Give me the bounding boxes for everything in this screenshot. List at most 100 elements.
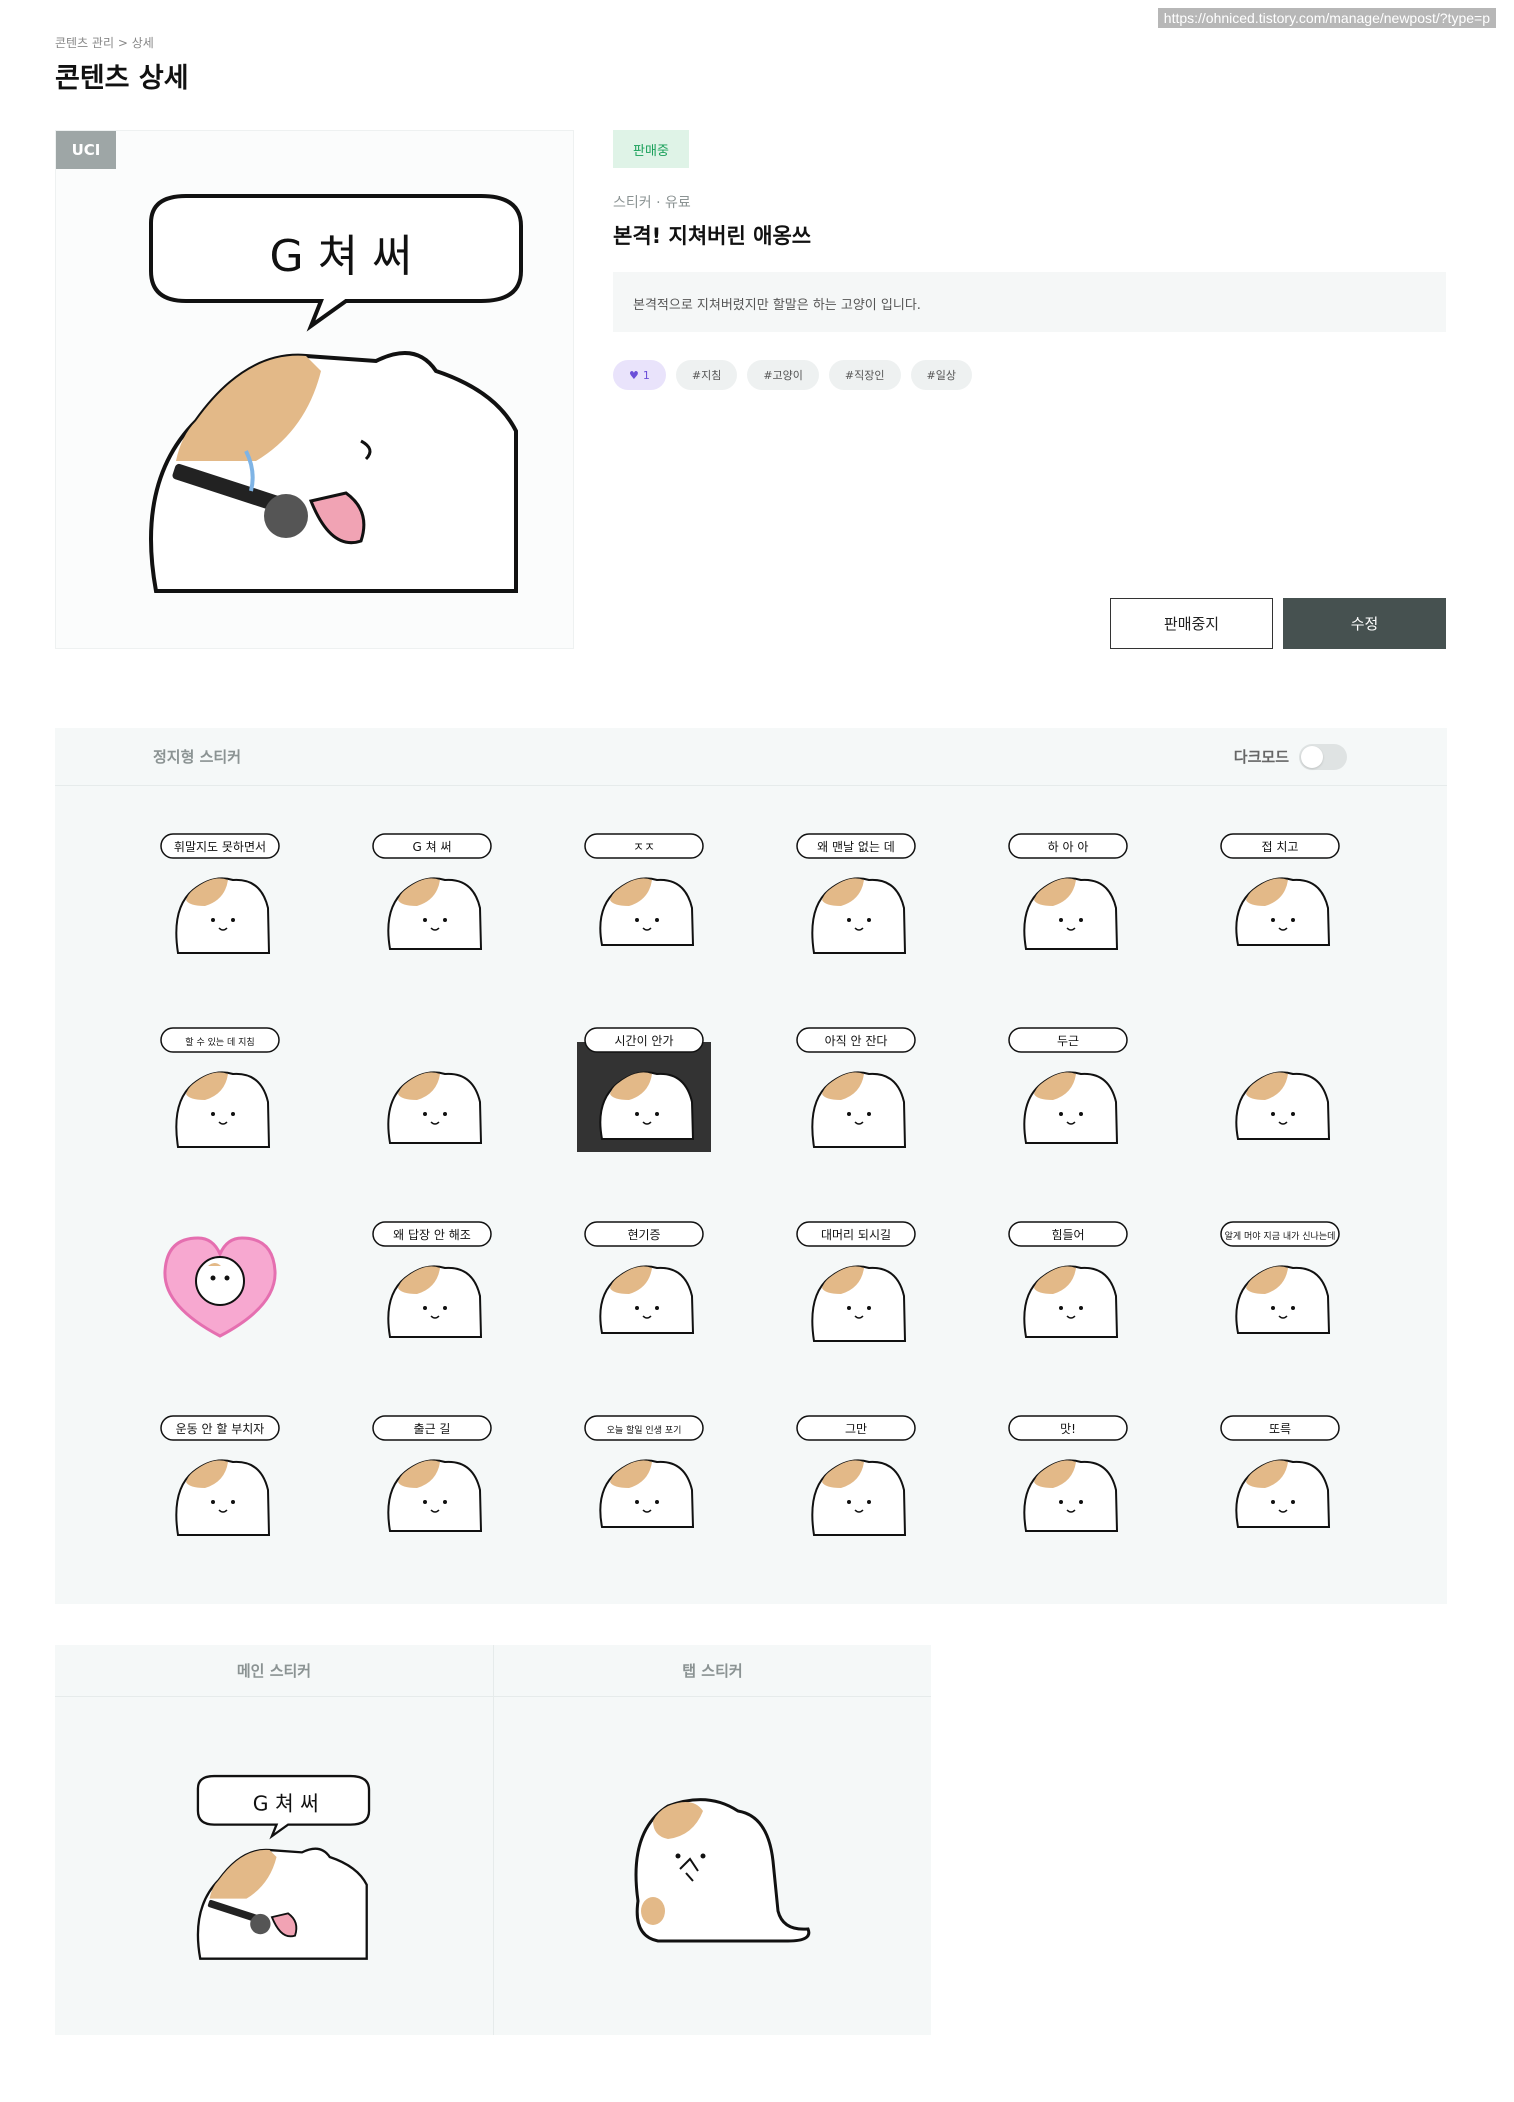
sticker-cat-illustration: 왜 답장 안 해조: [372, 1221, 492, 1338]
sticker-cat-illustration: 맛!: [1008, 1415, 1128, 1532]
tab-sticker-image: [634, 1798, 810, 1943]
sticker-thumbnail[interactable]: 출근 길: [365, 1410, 499, 1544]
main-sticker-image: G 쳐 써: [196, 1774, 371, 1960]
uci-badge: UCI: [56, 131, 116, 169]
sticker-thumbnail[interactable]: 아직 안 잔다: [789, 1022, 923, 1156]
sticker-thumbnail[interactable]: 하 아 아: [1001, 828, 1135, 962]
sticker-caption: 또륵: [1269, 1422, 1291, 1436]
sticker-caption: 왜 맨날 없는 데: [817, 840, 895, 854]
sticker-cat-illustration: 그만: [796, 1415, 916, 1536]
sticker-thumbnail[interactable]: 왜 맨날 없는 데: [789, 828, 923, 962]
sticker-caption: 그만: [845, 1422, 867, 1436]
sticker-caption: 접 치고: [1262, 840, 1299, 854]
tag-chip[interactable]: #일상: [910, 360, 972, 390]
sticker-cat-illustration: 출근 길: [372, 1415, 492, 1532]
main-sticker-label: 메인 스티커: [55, 1645, 493, 1697]
heart-icon: ♥: [629, 368, 639, 382]
sticker-panel: 정지형 스티커 다크모드 휘말지도 못하면서 G 쳐 써 ㅈㅈ 왜 맨날 없는 데 하 …: [55, 728, 1447, 1604]
sticker-thumbnail[interactable]: 두근: [1001, 1022, 1135, 1156]
sticker-caption: G 쳐 써: [412, 840, 451, 854]
sticker-cat-illustration: 휘말지도 못하면서: [160, 833, 280, 954]
tag-chip[interactable]: #직장인: [828, 360, 901, 390]
sticker-caption: 왜 답장 안 해조: [393, 1228, 471, 1242]
hero-bubble-text: G 쳐 써: [269, 231, 412, 282]
main-sticker-panel: 메인 스티커 G 쳐 써: [55, 1645, 493, 2035]
dark-mode-control: 다크모드: [1233, 743, 1347, 770]
sticker-thumbnail[interactable]: [153, 1216, 287, 1350]
sticker-cat-illustration: 아직 안 잔다: [796, 1027, 916, 1148]
hero-cat-illustration: G 쳐 써: [149, 194, 523, 593]
sticker-thumbnail[interactable]: 맛!: [1001, 1410, 1135, 1544]
sticker-thumbnail[interactable]: 시간이 안가: [577, 1022, 711, 1156]
sticker-thumbnail[interactable]: 오늘 할일 인생 포기: [577, 1410, 711, 1544]
like-count-chip[interactable]: ♥ 1: [613, 360, 666, 390]
sticker-thumbnail[interactable]: 힘들어: [1001, 1216, 1135, 1350]
sticker-panel-header: 정지형 스티커 다크모드: [55, 728, 1447, 786]
sticker-caption: 시간이 안가: [614, 1034, 673, 1048]
content-category: 스티커 · 유료: [613, 195, 691, 211]
sticker-caption: 힘들어: [1051, 1228, 1084, 1242]
sticker-caption: 맛!: [1060, 1422, 1076, 1436]
stop-sale-button[interactable]: 판매중지: [1110, 598, 1273, 649]
sticker-caption: 할 수 있는 데 지침: [185, 1036, 254, 1048]
sticker-caption: 운동 안 할 부치자: [176, 1422, 265, 1436]
tag-list: ♥ 1 #지침 #고양이 #직장인 #일상: [613, 360, 972, 390]
sticker-thumbnail[interactable]: 휘말지도 못하면서: [153, 828, 287, 962]
sticker-caption: ㅈㅈ: [633, 840, 655, 854]
sticker-cat-illustration: [1235, 1071, 1331, 1140]
sticker-cat-illustration: 대머리 되시길: [796, 1221, 916, 1342]
breadcrumb[interactable]: 콘텐츠 관리 > 상세: [55, 34, 154, 51]
tag-chip[interactable]: #고양이: [747, 360, 819, 390]
sticker-caption: 출근 길: [414, 1422, 451, 1436]
sticker-thumbnail[interactable]: 그만: [789, 1410, 923, 1544]
content-title: 본격! 지쳐버린 애옹쓰: [613, 224, 812, 248]
sticker-cat-illustration: 시간이 안가: [577, 1027, 711, 1152]
content-description: 본격적으로 지쳐버렸지만 할말은 하는 고양이 입니다.: [613, 272, 1446, 332]
page-title: 콘텐츠 상세: [55, 63, 189, 94]
dark-mode-label: 다크모드: [1233, 748, 1289, 766]
sticker-grid: 휘말지도 못하면서 G 쳐 써 ㅈㅈ 왜 맨날 없는 데 하 아 아 접 치고할 수 있는…: [153, 828, 1347, 1544]
sticker-thumbnail[interactable]: 왜 답장 안 해조: [365, 1216, 499, 1350]
sticker-thumbnail[interactable]: 접 치고: [1213, 828, 1347, 962]
sticker-caption: 하 아 아: [1048, 840, 1089, 854]
edit-button[interactable]: 수정: [1283, 598, 1446, 649]
sticker-caption: 휘말지도 못하면서: [174, 840, 266, 854]
main-sticker-body: G 쳐 써: [55, 1697, 493, 2035]
tag-chip[interactable]: #지침: [675, 360, 738, 390]
sticker-cat-illustration: 또륵: [1220, 1415, 1340, 1528]
tab-sticker-body: [494, 1697, 931, 2035]
sticker-thumbnail[interactable]: 대머리 되시길: [789, 1216, 923, 1350]
tab-sticker-panel: 탭 스티커: [493, 1645, 931, 2035]
sticker-thumbnail[interactable]: [365, 1022, 499, 1156]
sticker-cat-illustration: 운동 안 할 부치자: [160, 1415, 280, 1536]
url-bar: https://ohniced.tistory.com/manage/newpo…: [1157, 8, 1496, 28]
sticker-cat-illustration: 접 치고: [1220, 833, 1340, 946]
hero-sticker-image: UCI G 쳐 써: [55, 130, 574, 649]
sticker-thumbnail[interactable]: G 쳐 써: [365, 828, 499, 962]
sticker-thumbnail[interactable]: ㅈㅈ: [577, 828, 711, 962]
sticker-caption: 대머리 되시길: [821, 1228, 891, 1242]
sticker-cat-illustration: [163, 1236, 277, 1338]
sticker-thumbnail[interactable]: 할 수 있는 데 지침: [153, 1022, 287, 1156]
sticker-cat-illustration: ㅈㅈ: [584, 833, 704, 946]
like-count: 1: [642, 368, 650, 382]
sticker-thumbnail[interactable]: 운동 안 할 부치자: [153, 1410, 287, 1544]
tab-sticker-label: 탭 스티커: [494, 1645, 931, 1697]
sticker-thumbnail[interactable]: [1213, 1022, 1347, 1156]
sticker-cat-illustration: 현기증: [584, 1221, 704, 1334]
sticker-panel-label: 정지형 스티커: [153, 748, 242, 766]
dark-mode-toggle[interactable]: [1299, 743, 1347, 770]
sticker-cat-illustration: G 쳐 써: [372, 833, 492, 950]
sticker-thumbnail[interactable]: 알게 머야 지금 내가 신나는데: [1213, 1216, 1347, 1350]
sticker-thumbnail[interactable]: 현기증: [577, 1216, 711, 1350]
sticker-cat-illustration: 오늘 할일 인생 포기: [584, 1415, 704, 1528]
sticker-cat-illustration: [387, 1071, 483, 1144]
sticker-cat-illustration: 힘들어: [1008, 1221, 1128, 1338]
sticker-cat-illustration: 할 수 있는 데 지침: [160, 1027, 280, 1148]
sticker-thumbnail[interactable]: 또륵: [1213, 1410, 1347, 1544]
sticker-caption: 오늘 할일 인생 포기: [607, 1425, 682, 1436]
sticker-cat-illustration: 알게 머야 지금 내가 신나는데: [1220, 1221, 1340, 1334]
sale-status-badge: 판매중: [613, 130, 689, 168]
main-sticker-bubble-text: G 쳐 써: [253, 1792, 319, 1816]
sticker-cat-illustration: 하 아 아: [1008, 833, 1128, 950]
